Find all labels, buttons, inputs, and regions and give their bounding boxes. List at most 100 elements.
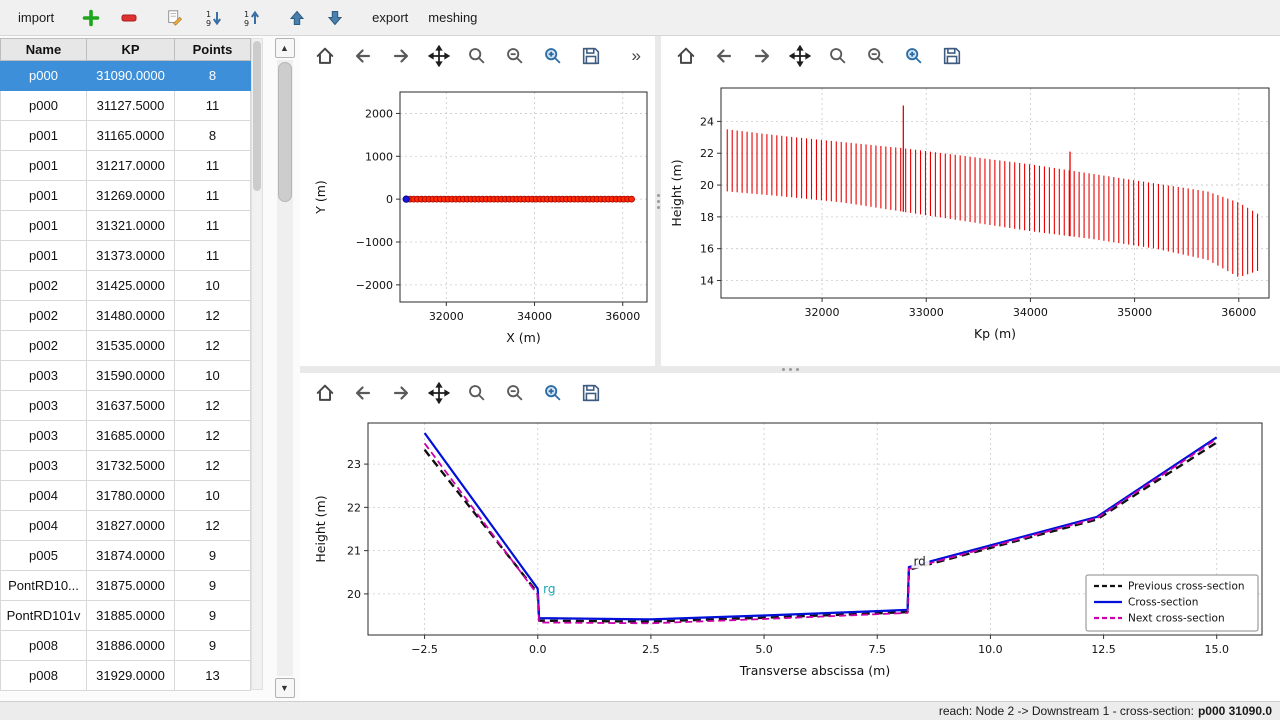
forward-button[interactable]: [386, 41, 416, 71]
table-cell[interactable]: p004: [1, 481, 87, 511]
table-cell[interactable]: 31269.0000: [87, 181, 175, 211]
scroll-up-button[interactable]: ▲: [275, 38, 295, 58]
table-cell[interactable]: 12: [175, 301, 251, 331]
table-row[interactable]: p00831929.000013: [1, 661, 251, 691]
table-cell[interactable]: p005: [1, 541, 87, 571]
table-row[interactable]: p00231480.000012: [1, 301, 251, 331]
table-cell[interactable]: 31732.5000: [87, 451, 175, 481]
sort-ascending-button[interactable]: 19: [234, 6, 268, 30]
table-row[interactable]: p00131165.00008: [1, 121, 251, 151]
panel-scrollbar-thumb[interactable]: [278, 62, 292, 202]
panel-scrollbar-track[interactable]: [277, 60, 293, 676]
table-row[interactable]: p00431780.000010: [1, 481, 251, 511]
move-down-button[interactable]: [318, 6, 352, 30]
table-scrollbar-thumb[interactable]: [253, 41, 261, 191]
table-cell[interactable]: 31535.0000: [87, 331, 175, 361]
table-row[interactable]: p00131373.000011: [1, 241, 251, 271]
table-cell[interactable]: 31780.0000: [87, 481, 175, 511]
table-cell[interactable]: 31090.0000: [87, 61, 175, 91]
add-cross-section-button[interactable]: [74, 6, 108, 30]
table-cell[interactable]: p008: [1, 661, 87, 691]
zoom-out-button[interactable]: [500, 378, 530, 408]
zoom-out-button[interactable]: [861, 41, 891, 71]
table-cell[interactable]: 13: [175, 661, 251, 691]
cross-section-chart[interactable]: −2.50.02.55.07.510.012.515.020212223Tran…: [300, 413, 1280, 701]
table-cell[interactable]: PontRD10...: [1, 571, 87, 601]
pan-button[interactable]: [424, 41, 454, 71]
table-cell[interactable]: 12: [175, 421, 251, 451]
table-cell[interactable]: p003: [1, 451, 87, 481]
table-cell[interactable]: 11: [175, 241, 251, 271]
import-button[interactable]: import: [10, 7, 62, 28]
home-button[interactable]: [310, 41, 340, 71]
table-cell[interactable]: 8: [175, 121, 251, 151]
table-cell[interactable]: 31685.0000: [87, 421, 175, 451]
table-cell[interactable]: 31875.0000: [87, 571, 175, 601]
column-header[interactable]: Points: [175, 39, 251, 61]
back-button[interactable]: [348, 378, 378, 408]
panel-scrollbar[interactable]: ▲ ▼: [274, 38, 295, 698]
table-cell[interactable]: 31165.0000: [87, 121, 175, 151]
table-cell[interactable]: p000: [1, 91, 87, 121]
table-cell[interactable]: p003: [1, 421, 87, 451]
table-row[interactable]: p00231535.000012: [1, 331, 251, 361]
table-cell[interactable]: p008: [1, 631, 87, 661]
table-cell[interactable]: p002: [1, 271, 87, 301]
column-header[interactable]: KP: [87, 39, 175, 61]
table-row[interactable]: p00231425.000010: [1, 271, 251, 301]
table-cell[interactable]: 31929.0000: [87, 661, 175, 691]
zoom-in-button[interactable]: [538, 378, 568, 408]
table-row[interactable]: p00031090.00008: [1, 61, 251, 91]
table-row[interactable]: p00131269.000011: [1, 181, 251, 211]
table-cell[interactable]: p001: [1, 211, 87, 241]
forward-button[interactable]: [386, 378, 416, 408]
table-cell[interactable]: p004: [1, 511, 87, 541]
table-row[interactable]: PontRD10...31875.00009: [1, 571, 251, 601]
table-cell[interactable]: 10: [175, 481, 251, 511]
table-cell[interactable]: 31886.0000: [87, 631, 175, 661]
horizontal-splitter[interactable]: [300, 366, 1280, 373]
table-row[interactable]: p00131217.000011: [1, 151, 251, 181]
export-button[interactable]: export: [364, 7, 416, 28]
table-cell[interactable]: 9: [175, 601, 251, 631]
pan-button[interactable]: [785, 41, 815, 71]
table-row[interactable]: p00831886.00009: [1, 631, 251, 661]
column-header[interactable]: Name: [1, 39, 87, 61]
save-button[interactable]: [576, 41, 606, 71]
back-button[interactable]: [348, 41, 378, 71]
home-button[interactable]: [310, 378, 340, 408]
pan-button[interactable]: [424, 378, 454, 408]
table-cell[interactable]: p001: [1, 241, 87, 271]
table-cell[interactable]: p001: [1, 121, 87, 151]
table-scrollbar[interactable]: [251, 38, 263, 690]
table-cell[interactable]: p003: [1, 391, 87, 421]
table-cell[interactable]: p003: [1, 361, 87, 391]
table-cell[interactable]: 9: [175, 631, 251, 661]
table-cell[interactable]: 11: [175, 91, 251, 121]
forward-button[interactable]: [747, 41, 777, 71]
remove-cross-section-button[interactable]: [112, 6, 146, 30]
table-cell[interactable]: 31217.0000: [87, 151, 175, 181]
table-cell[interactable]: 12: [175, 451, 251, 481]
table-cell[interactable]: 11: [175, 211, 251, 241]
table-cell[interactable]: p001: [1, 151, 87, 181]
longitudinal-profile-chart[interactable]: 3200033000340003500036000141618202224Kp …: [661, 76, 1280, 366]
table-cell[interactable]: 9: [175, 541, 251, 571]
table-cell[interactable]: 8: [175, 61, 251, 91]
zoom-rect-button[interactable]: [823, 41, 853, 71]
table-cell[interactable]: 31321.0000: [87, 211, 175, 241]
table-cell[interactable]: 10: [175, 271, 251, 301]
table-row[interactable]: p00531874.00009: [1, 541, 251, 571]
zoom-rect-button[interactable]: [462, 41, 492, 71]
table-row[interactable]: p00431827.000012: [1, 511, 251, 541]
toolbar-overflow-button[interactable]: »: [628, 46, 645, 66]
save-button[interactable]: [576, 378, 606, 408]
meshing-button[interactable]: meshing: [420, 7, 485, 28]
edit-button[interactable]: [158, 6, 192, 30]
table-cell[interactable]: 31885.0000: [87, 601, 175, 631]
table-row[interactable]: p00331590.000010: [1, 361, 251, 391]
move-up-button[interactable]: [280, 6, 314, 30]
table-cell[interactable]: 31425.0000: [87, 271, 175, 301]
table-cell[interactable]: 31827.0000: [87, 511, 175, 541]
table-cell[interactable]: 31480.0000: [87, 301, 175, 331]
